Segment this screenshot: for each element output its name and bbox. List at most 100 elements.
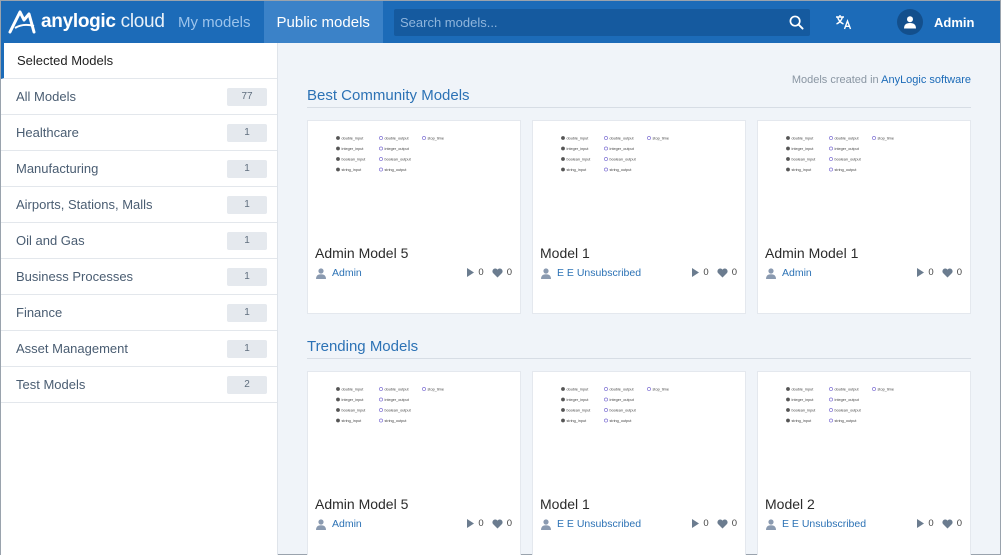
sidebar-item-test-models[interactable]: Test Models 2 — [1, 367, 277, 403]
likes-stat[interactable]: 0 — [942, 518, 962, 529]
parameter-icon — [786, 387, 790, 391]
model-thumbnail: double_inputinteger_inputboolean_inputst… — [561, 387, 669, 423]
sidebar-item-label: All Models — [16, 89, 76, 104]
sidebar-item-all-models[interactable]: All Models 77 — [1, 79, 277, 115]
parameter-label: stop_time — [428, 136, 444, 140]
sidebar-item-business-processes[interactable]: Business Processes 1 — [1, 259, 277, 295]
parameter-label: stop_time — [878, 387, 894, 391]
parameter-label: integer_input — [567, 398, 590, 402]
parameter-icon — [786, 136, 790, 140]
user-menu[interactable]: Admin — [897, 9, 974, 35]
parameter-icon — [829, 408, 833, 412]
runs-stat[interactable]: 0 — [467, 267, 484, 278]
parameter-icon — [647, 136, 651, 140]
model-card[interactable]: double_input integer_input boolean_input st… — [757, 371, 971, 555]
nav-my-models[interactable]: My models — [165, 1, 264, 43]
parameter-label: string_input — [342, 419, 363, 423]
sidebar-item-selected-models[interactable]: Selected Models — [1, 43, 277, 79]
parameter-icon — [829, 157, 833, 161]
parameter-icon — [829, 387, 833, 391]
anylogic-cloud-logo[interactable]: anylogic cloud — [1, 1, 165, 43]
runs-stat[interactable]: 0 — [917, 267, 934, 278]
likes-stat[interactable]: 0 — [492, 267, 512, 278]
sidebar-item-manufacturing[interactable]: Manufacturing 1 — [1, 151, 277, 187]
parameter-label: boolean_output — [835, 157, 862, 161]
model-author-link[interactable]: E E Unsubscribed — [766, 518, 866, 530]
parameter-icon — [561, 167, 565, 172]
sidebar-item-finance[interactable]: Finance 1 — [1, 295, 277, 331]
parameter-label: boolean_input — [792, 157, 817, 161]
runs-stat[interactable]: 0 — [692, 518, 709, 529]
anylogic-software-link[interactable]: AnyLogic software — [881, 74, 971, 86]
sidebar-item-label: Selected Models — [17, 53, 114, 68]
parameter-icon — [561, 418, 565, 423]
likes-stat[interactable]: 0 — [492, 518, 512, 529]
heart-icon — [942, 267, 953, 278]
model-author-link[interactable]: E E Unsubscribed — [541, 518, 641, 530]
parameter-label: stop_time — [653, 387, 669, 391]
parameter-label: double_input — [342, 387, 365, 391]
runs-stat[interactable]: 0 — [692, 267, 709, 278]
model-author-link[interactable]: Admin — [766, 267, 812, 279]
translate-icon[interactable] — [833, 12, 855, 32]
search-input[interactable] — [394, 9, 782, 36]
search-icon[interactable] — [782, 9, 810, 36]
parameter-label: integer_output — [835, 398, 860, 402]
parameter-label: integer_input — [342, 398, 365, 402]
parameter-label: string_input — [567, 419, 588, 423]
heart-icon — [492, 518, 503, 529]
person-icon — [316, 267, 326, 279]
count-badge: 1 — [227, 267, 267, 286]
avatar — [897, 9, 923, 35]
likes-stat[interactable]: 0 — [717, 518, 737, 529]
user-name: Admin — [934, 14, 975, 30]
model-card[interactable]: double_input integer_input boolean_input st… — [532, 120, 746, 314]
runs-stat[interactable]: 0 — [467, 518, 484, 529]
parameter-label: stop_time — [428, 387, 444, 391]
top-bar: anylogic cloud My models Public models A… — [1, 1, 1000, 43]
model-author-link[interactable]: E E Unsubscribed — [541, 267, 641, 279]
parameter-icon — [604, 157, 608, 161]
model-author-link[interactable]: Admin — [316, 518, 362, 530]
parameter-label: string_input — [342, 168, 363, 172]
model-stats: 00 — [909, 518, 962, 529]
runs-stat[interactable]: 0 — [917, 518, 934, 529]
model-card[interactable]: double_input integer_input boolean_input st… — [757, 120, 971, 314]
model-stats: 00 — [684, 518, 737, 529]
sidebar-item-label: Business Processes — [16, 269, 134, 284]
author-name: Admin — [332, 267, 362, 279]
model-card[interactable]: double_input integer_input boolean_input st… — [532, 371, 746, 555]
likes-count: 0 — [956, 518, 962, 529]
sidebar-item-asset-management[interactable]: Asset Management 1 — [1, 331, 277, 367]
parameter-icon — [561, 397, 565, 402]
parameter-icon — [379, 418, 383, 423]
parameter-icon — [872, 387, 876, 391]
nav-public-models[interactable]: Public models — [263, 1, 383, 43]
model-author-link[interactable]: Admin — [316, 267, 362, 279]
person-icon — [541, 518, 551, 530]
heart-icon — [492, 267, 503, 278]
parameter-label: string_output — [610, 168, 633, 172]
person-icon — [766, 518, 776, 530]
parameter-label: boolean_input — [342, 408, 367, 412]
model-thumbnail: double_inputinteger_inputboolean_inputst… — [786, 387, 894, 423]
model-title: Admin Model 5 — [315, 245, 409, 261]
model-thumbnail: double_inputinteger_inputboolean_inputst… — [786, 136, 894, 172]
model-card[interactable]: double_input integer_input boolean_input st… — [307, 120, 521, 314]
likes-stat[interactable]: 0 — [942, 267, 962, 278]
sidebar-item-oil-and-gas[interactable]: Oil and Gas 1 — [1, 223, 277, 259]
model-title: Model 1 — [540, 496, 590, 512]
model-card[interactable]: double_input integer_input boolean_input st… — [307, 371, 521, 555]
count-badge: 1 — [227, 159, 267, 178]
sidebar-item-airports-stations-malls[interactable]: Airports, Stations, Malls 1 — [1, 187, 277, 223]
parameter-label: boolean_output — [385, 157, 412, 161]
sidebar-item-healthcare[interactable]: Healthcare 1 — [1, 115, 277, 151]
sidebar-item-label: Manufacturing — [16, 161, 99, 176]
sidebar-item-label: Healthcare — [16, 125, 79, 140]
parameter-icon — [561, 146, 565, 151]
likes-stat[interactable]: 0 — [717, 267, 737, 278]
parameter-icon — [379, 146, 383, 151]
model-title: Model 1 — [540, 245, 590, 261]
parameter-icon — [829, 418, 833, 423]
parameter-icon — [786, 157, 790, 161]
